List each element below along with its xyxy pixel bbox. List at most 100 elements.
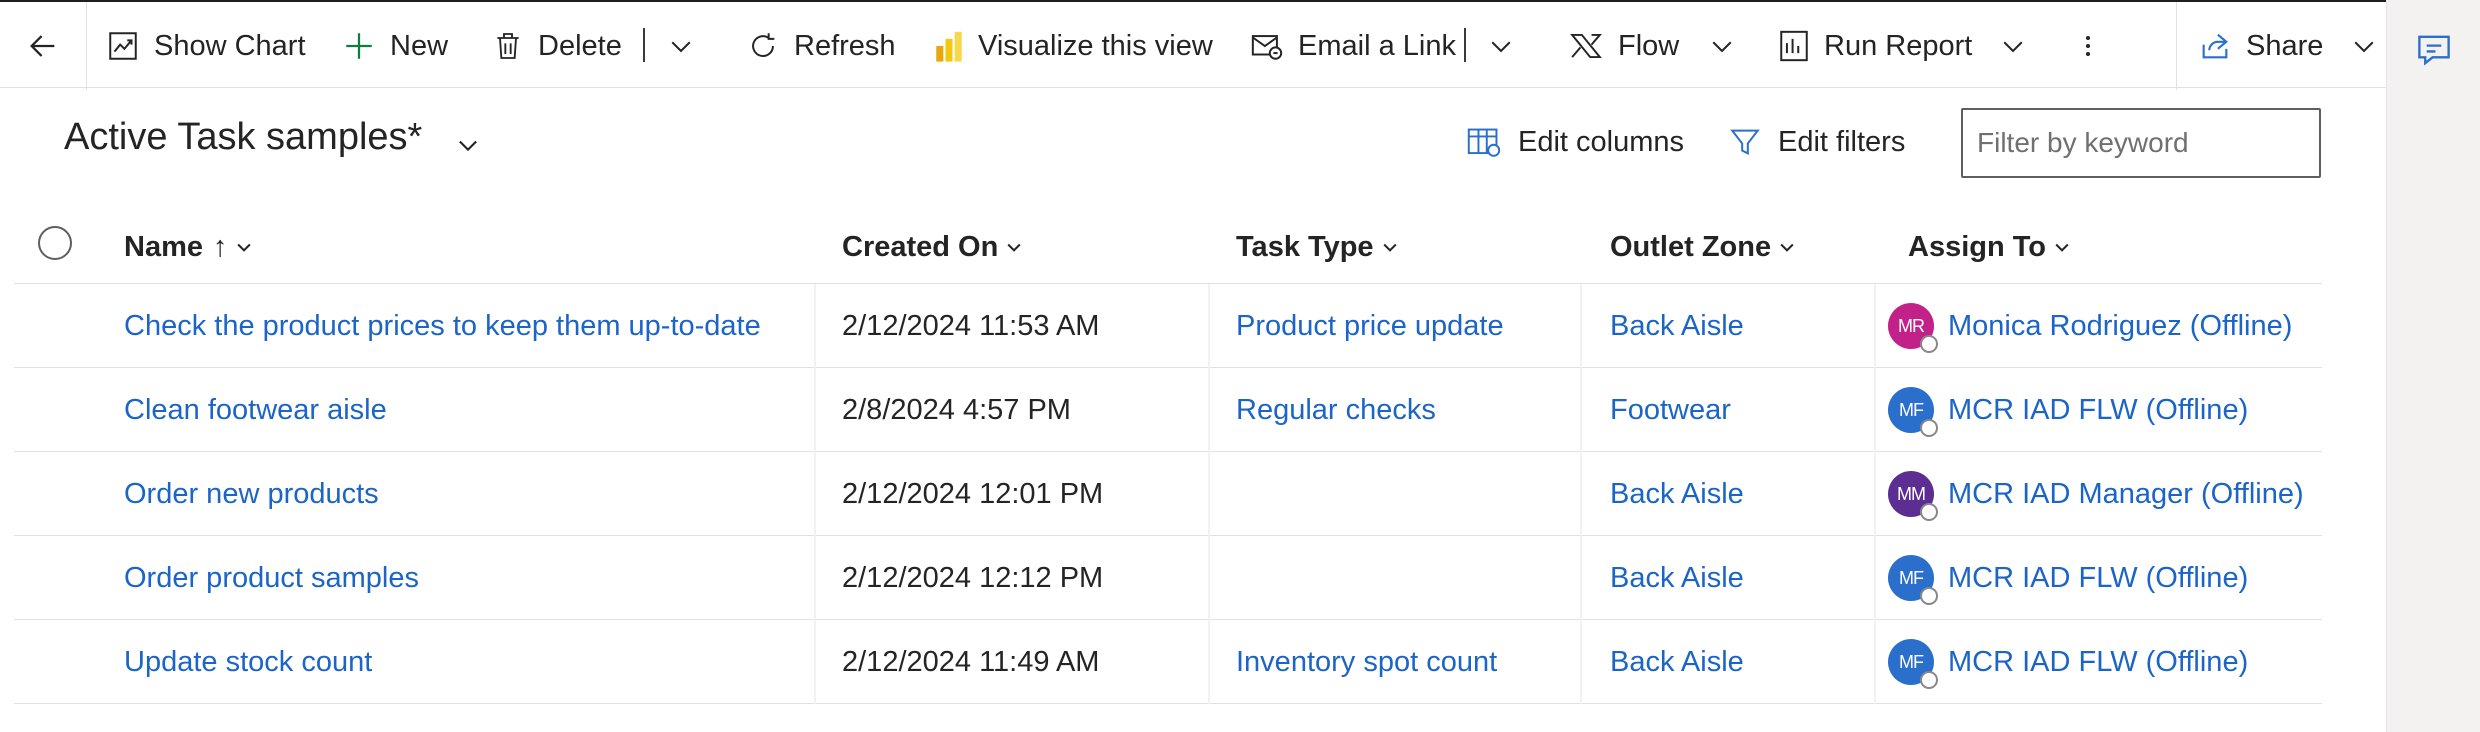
share-icon: [2202, 33, 2228, 59]
assign-to-link[interactable]: MCR IAD Manager (Offline): [1948, 478, 2304, 511]
cell-assign-to[interactable]: MF MCR IAD FLW (Offline): [1888, 368, 2248, 452]
cell-outlet-zone-link[interactable]: Back Aisle: [1610, 452, 1744, 536]
column-separator: [1208, 620, 1210, 704]
divider: [1464, 28, 1466, 62]
cell-outlet-zone-link[interactable]: Back Aisle: [1610, 536, 1744, 620]
column-header-outlet-zone[interactable]: Outlet Zone: [1610, 210, 1797, 284]
share-button[interactable]: Share: [2198, 2, 2379, 90]
table-row[interactable]: Clean footwear aisle 2/8/2024 4:57 PM Re…: [14, 368, 2322, 452]
show-chart-label: Show Chart: [154, 29, 306, 62]
column-separator: [814, 368, 816, 452]
column-separator: [814, 536, 816, 620]
more-vertical-icon: [2086, 36, 2090, 56]
cell-name-link[interactable]: Clean footwear aisle: [124, 368, 387, 452]
cell-assign-to[interactable]: MF MCR IAD FLW (Offline): [1888, 536, 2248, 620]
more-commands-button[interactable]: [2076, 2, 2100, 90]
column-separator: [1874, 368, 1876, 452]
plus-icon: [346, 33, 372, 59]
assign-to-link[interactable]: MCR IAD FLW (Offline): [1948, 562, 2248, 595]
edit-columns-label: Edit columns: [1518, 125, 1685, 158]
chevron-down-icon: [1383, 243, 1397, 252]
share-label: Share: [2246, 29, 2324, 62]
column-separator: [1580, 536, 1582, 620]
email-link-button[interactable]: Email a Link: [1250, 2, 1456, 90]
refresh-button[interactable]: Refresh: [746, 2, 896, 90]
cell-task-type-link[interactable]: Inventory spot count: [1236, 620, 1497, 704]
avatar: MR: [1888, 303, 1938, 353]
table-row[interactable]: Update stock count 2/12/2024 11:49 AM In…: [14, 620, 2322, 704]
presence-offline-icon: [1920, 335, 1938, 353]
back-button[interactable]: [26, 2, 60, 90]
cell-assign-to[interactable]: MM MCR IAD Manager (Offline): [1888, 452, 2304, 536]
presence-offline-icon: [1920, 503, 1938, 521]
chevron-down-icon: [2055, 243, 2069, 252]
chevron-down-icon: [2354, 41, 2374, 53]
edit-filters-button[interactable]: Edit filters: [1728, 118, 1905, 166]
select-all-checkbox[interactable]: [38, 226, 72, 260]
column-header-outlet-zone-label: Outlet Zone: [1610, 230, 1772, 263]
column-separator: [1874, 536, 1876, 620]
refresh-icon: [752, 33, 775, 57]
filter-icon: [1730, 129, 1760, 155]
column-separator: [1208, 284, 1210, 368]
delete-button[interactable]: Delete: [492, 2, 622, 90]
show-chart-button[interactable]: Show Chart: [106, 2, 306, 90]
chevron-down-icon: [1007, 243, 1021, 252]
email-more-dropdown[interactable]: [1486, 2, 1516, 90]
cell-name-link[interactable]: Update stock count: [124, 620, 372, 704]
copilot-chat-button[interactable]: [2415, 32, 2453, 73]
column-separator: [1580, 620, 1582, 704]
cell-outlet-zone-link[interactable]: Back Aisle: [1610, 284, 1744, 368]
cell-assign-to[interactable]: MR Monica Rodriguez (Offline): [1888, 284, 2292, 368]
divider: [643, 28, 645, 62]
chevron-down-icon: [1780, 243, 1794, 252]
cell-outlet-zone-link[interactable]: Back Aisle: [1610, 620, 1744, 704]
column-separator: [1580, 368, 1582, 452]
cell-name-link[interactable]: Order new products: [124, 452, 379, 536]
table-row[interactable]: Order product samples 2/12/2024 12:12 PM…: [14, 536, 2322, 620]
email-link-icon: [1251, 35, 1283, 60]
column-separator: [1874, 284, 1876, 368]
avatar-initials: MF: [1899, 651, 1924, 672]
report-icon: [1780, 30, 1808, 62]
flow-icon: [1570, 33, 1602, 59]
cell-task-type-link[interactable]: Regular checks: [1236, 368, 1436, 452]
chevron-down-icon: [459, 140, 477, 152]
delete-more-dropdown[interactable]: [666, 2, 696, 90]
column-header-task-type[interactable]: Task Type: [1236, 210, 1400, 284]
flow-button[interactable]: Flow: [1568, 2, 1737, 90]
view-selector-chevron[interactable]: [454, 131, 482, 164]
column-separator: [814, 452, 816, 536]
view-title[interactable]: Active Task samples*: [64, 116, 422, 159]
email-link-label: Email a Link: [1298, 29, 1456, 62]
avatar-initials: MF: [1899, 567, 1924, 588]
column-header-created-on[interactable]: Created On: [842, 210, 1024, 284]
assign-to-link[interactable]: MCR IAD FLW (Offline): [1948, 646, 2248, 679]
cell-assign-to[interactable]: MF MCR IAD FLW (Offline): [1888, 620, 2248, 704]
cell-name-link[interactable]: Check the product prices to keep them up…: [124, 284, 761, 368]
cell-task-type-link[interactable]: Product price update: [1236, 284, 1504, 368]
cell-name-link[interactable]: Order product samples: [124, 536, 419, 620]
table-row[interactable]: Check the product prices to keep them up…: [14, 284, 2322, 368]
cell-created-on: 2/8/2024 4:57 PM: [842, 393, 1071, 426]
run-report-button[interactable]: Run Report: [1778, 2, 2028, 90]
visualize-button[interactable]: Visualize this view: [934, 2, 1213, 90]
column-header-assign-to[interactable]: Assign To: [1908, 210, 2072, 284]
chevron-down-icon: [671, 41, 691, 53]
filter-keyword-input[interactable]: [1961, 108, 2321, 178]
presence-offline-icon: [1920, 671, 1938, 689]
cell-outlet-zone-link[interactable]: Footwear: [1610, 368, 1731, 452]
chevron-down-icon: [1712, 41, 1732, 53]
column-header-name[interactable]: Name ↑: [124, 210, 254, 284]
grid-header: Name ↑ Created On Task Type Outlet Zone …: [14, 210, 2322, 284]
table-row[interactable]: Order new products 2/12/2024 12:01 PM Ba…: [14, 452, 2322, 536]
divider: [86, 2, 87, 90]
new-button[interactable]: New: [342, 2, 448, 90]
assign-to-link[interactable]: Monica Rodriguez (Offline): [1948, 310, 2292, 343]
chevron-down-icon: [1491, 41, 1511, 53]
run-report-label: Run Report: [1824, 29, 1973, 62]
assign-to-link[interactable]: MCR IAD FLW (Offline): [1948, 394, 2248, 427]
edit-columns-button[interactable]: Edit columns: [1466, 118, 1684, 166]
column-header-assign-to-label: Assign To: [1908, 230, 2047, 263]
column-separator: [1208, 368, 1210, 452]
